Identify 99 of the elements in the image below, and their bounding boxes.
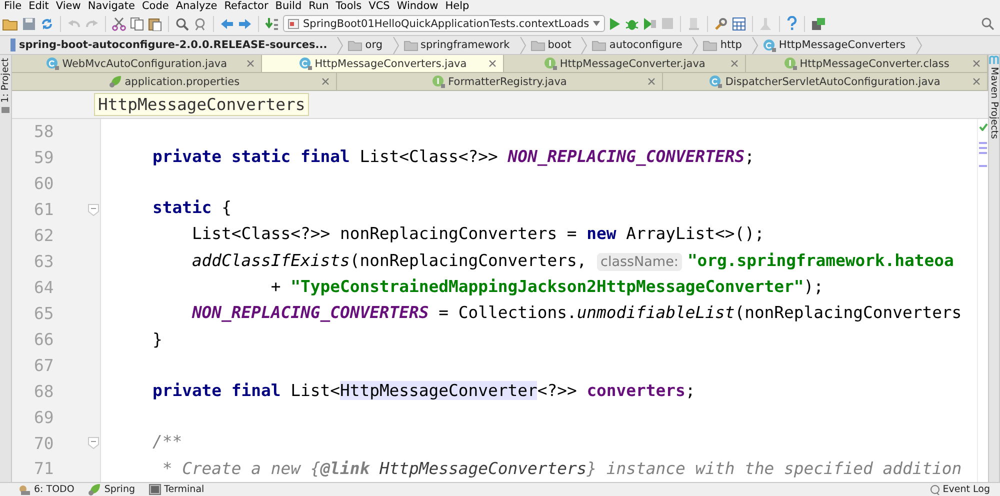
breadcrumb[interactable]: org: [365, 39, 382, 51]
breadcrumb[interactable]: springframework: [420, 39, 510, 51]
line-number: 58: [34, 122, 54, 142]
line-number: 67: [34, 356, 54, 375]
line-number: 63: [34, 252, 54, 272]
search-icon[interactable]: [981, 17, 994, 30]
close-icon[interactable]: [247, 60, 254, 67]
breadcrumb-separator-icon: [581, 36, 588, 54]
menu-item[interactable]: Edit: [26, 0, 53, 12]
fold-marker-icon[interactable]: [88, 204, 99, 216]
leaf-icon: [108, 75, 122, 88]
tool-window-button[interactable]: 6: TODO: [34, 484, 74, 495]
close-icon[interactable]: [322, 78, 330, 85]
code-line: NON_REPLACING_CONVERTERS = Collections.unmodifiableList(nonReplacingConverters: [190, 302, 962, 324]
sticky-class-header: HttpMessageConverters: [94, 93, 310, 116]
back-arrow-icon[interactable]: [220, 16, 234, 30]
menu-item[interactable]: Build: [272, 0, 306, 12]
code-line: /**: [151, 431, 182, 454]
breadcrumb[interactable]: boot: [548, 39, 572, 51]
fold-marker-icon[interactable]: [88, 437, 99, 450]
forward-arrow-icon[interactable]: [238, 16, 252, 30]
editor-tab[interactable]: HttpMessageConverters.java: [262, 55, 504, 72]
line-number: 60: [34, 174, 54, 194]
breadcrumb-separator-icon: [337, 36, 344, 54]
menu-item[interactable]: Run: [306, 0, 333, 12]
interface-file-icon: [784, 57, 797, 70]
line-number: 69: [34, 408, 54, 427]
sync-icon[interactable]: [40, 16, 54, 30]
menu-item[interactable]: VCS: [366, 0, 394, 12]
terminal-icon: [149, 484, 162, 495]
line-number: 71: [34, 459, 54, 478]
run-config-icon: [288, 18, 299, 28]
run-icon[interactable]: [609, 16, 622, 30]
line-number: 66: [34, 330, 54, 349]
copy-icon[interactable]: [130, 16, 144, 30]
menu-item[interactable]: View: [52, 0, 85, 12]
line-number: 64: [34, 278, 54, 297]
wrench-icon[interactable]: [714, 16, 728, 30]
interface-file-icon: [432, 75, 446, 88]
code-line: * Create a new {@link HttpMessageConverters} instance with the specified addition: [161, 458, 962, 480]
class-file-icon: [709, 75, 722, 88]
code-line: }: [151, 328, 162, 351]
close-icon[interactable]: [972, 78, 980, 85]
line-number: 61: [34, 200, 54, 220]
editor-tab[interactable]: DispatcherServletAutoConfiguration.java: [662, 73, 988, 90]
code-line: static {: [151, 196, 232, 219]
code-line: private final List<HttpMessageConverter<?>> converters;: [151, 380, 696, 402]
menu-item[interactable]: Navigate: [84, 0, 139, 12]
run-configuration-dropdown[interactable]: SpringBoot01HelloQuickApplicationTests.contextLoads: [283, 15, 606, 32]
error-stripe: [979, 139, 987, 167]
class-file-icon: [298, 57, 312, 70]
code-line: addClassIfExists(nonReplacingConverters, className: "org.springframework.hateoa: [190, 250, 954, 273]
code-line: + "TypeConstrainedMappingJackson2HttpMessageConverter");: [270, 276, 824, 298]
leaf-icon: [88, 483, 102, 496]
breadcrumb-separator-icon: [916, 36, 922, 54]
breadcrumb-separator-icon: [392, 36, 398, 54]
menu-item[interactable]: Window: [394, 0, 442, 12]
menu-item[interactable]: Help: [442, 0, 474, 12]
close-icon[interactable]: [731, 60, 738, 67]
close-icon[interactable]: [489, 60, 496, 67]
tool-window-button[interactable]: Maven Projects: [988, 64, 1000, 142]
breadcrumb[interactable]: HttpMessageConverters: [778, 39, 906, 51]
menu-item[interactable]: Analyze: [172, 0, 222, 12]
interface-file-icon: [544, 57, 557, 70]
tool-window-button[interactable]: Terminal: [164, 484, 204, 495]
menu-item[interactable]: File: [1, 0, 26, 12]
menu-item[interactable]: Tools: [332, 0, 366, 12]
line-number: 59: [34, 148, 54, 168]
class-file-icon: [46, 57, 60, 70]
help-icon[interactable]: [786, 16, 798, 31]
line-number: 70: [34, 434, 54, 453]
breadcrumb-separator-icon: [692, 36, 698, 54]
maven-m-icon: [988, 55, 1000, 64]
breadcrumb-separator-icon: [752, 36, 758, 54]
breadcrumb-separator-icon: [520, 36, 526, 54]
paste-icon[interactable]: [148, 16, 162, 30]
class-file-icon: [762, 38, 776, 52]
jar-icon: [10, 38, 16, 52]
code-line: List<Class<?>> nonReplacingConverters = new ArrayList<>();: [190, 223, 764, 246]
tool-window-button[interactable]: 1: Project: [0, 55, 11, 106]
code-line: private static final List<Class<?>> NON_REPLACING_CONVERTERS;: [151, 146, 754, 168]
tool-window-button[interactable]: Spring: [104, 484, 136, 495]
breadcrumb[interactable]: autoconfigure: [609, 39, 682, 51]
line-number: 62: [34, 226, 54, 246]
caret-icon: [593, 21, 600, 26]
menu-item[interactable]: Refactor: [221, 0, 272, 12]
build-icon[interactable]: [265, 16, 279, 30]
close-icon[interactable]: [972, 60, 980, 67]
cut-icon[interactable]: [112, 16, 126, 30]
close-icon[interactable]: [648, 78, 655, 85]
breadcrumb[interactable]: http: [720, 39, 742, 51]
check-icon: [978, 123, 988, 131]
event-log-button[interactable]: Event Log: [942, 484, 990, 495]
breadcrumb[interactable]: spring-boot-autoconfigure-2.0.0.RELEASE-sources...: [19, 39, 328, 51]
menu-item[interactable]: Code: [138, 0, 173, 12]
line-number: 65: [34, 304, 54, 323]
line-number: 68: [34, 382, 54, 401]
search-icon[interactable]: [175, 16, 189, 30]
save-icon[interactable]: [22, 16, 36, 30]
